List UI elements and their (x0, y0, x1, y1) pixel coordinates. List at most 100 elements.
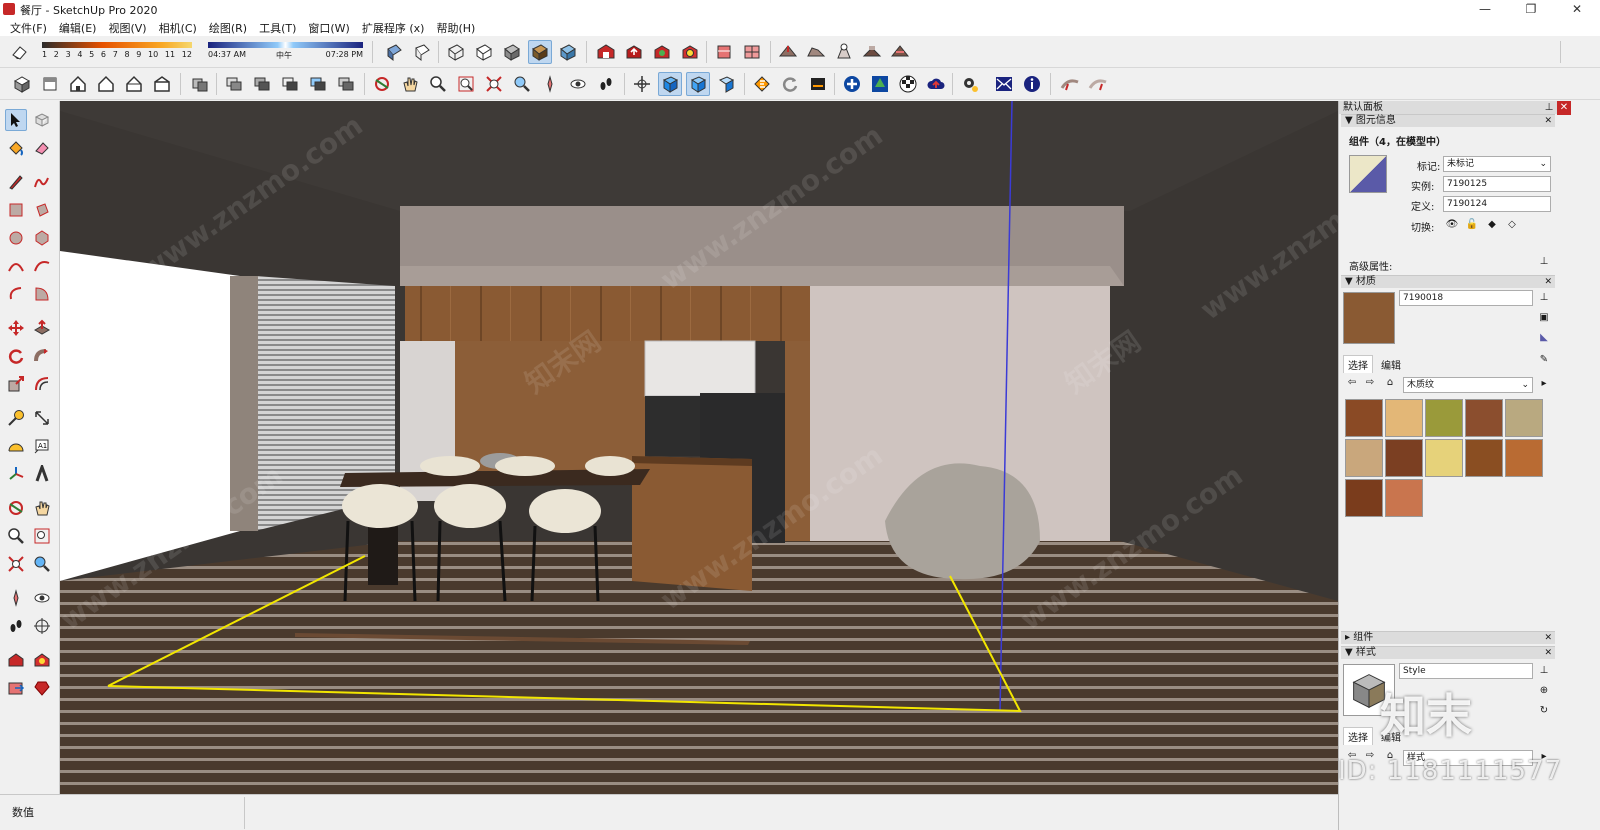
position-camera-tool-icon[interactable] (5, 587, 27, 609)
close-section-icon[interactable]: ✕ (1544, 276, 1552, 288)
dimension-icon[interactable] (31, 407, 53, 429)
shaded-icon[interactable] (500, 40, 524, 64)
add-circle-icon[interactable] (840, 72, 864, 96)
drape-icon[interactable] (888, 40, 912, 64)
forward-arrow-icon[interactable]: ⇨ (1363, 376, 1377, 390)
materials-header[interactable]: ▼ 材质 ✕ (1341, 275, 1555, 288)
extension-warehouse-icon[interactable] (678, 40, 702, 64)
share-component-icon[interactable] (650, 40, 674, 64)
top-view-icon[interactable] (38, 72, 62, 96)
walk-tool-icon[interactable] (5, 615, 27, 637)
rotated-rectangle-icon[interactable] (31, 199, 53, 221)
materials-tab-select[interactable]: 选择 (1343, 355, 1373, 373)
style-name-field[interactable]: Style (1399, 663, 1533, 679)
hidden-line-icon[interactable] (472, 40, 496, 64)
iso-view-icon[interactable] (10, 72, 34, 96)
back-arrow-icon[interactable]: ⇦ (1345, 376, 1359, 390)
scale-icon[interactable] (5, 373, 27, 395)
default-material-icon[interactable]: ◣ (1537, 331, 1551, 345)
tape-measure-icon[interactable] (5, 407, 27, 429)
ruby-console-icon[interactable] (31, 677, 53, 699)
close-tray-icon[interactable]: ✕ (1557, 101, 1571, 115)
material-library-select[interactable]: 木质纹 ⌄ (1403, 377, 1533, 393)
offset-icon[interactable] (31, 373, 53, 395)
axes-icon[interactable] (630, 72, 654, 96)
create-material-icon[interactable]: ▣ (1537, 311, 1551, 325)
lock-icon[interactable]: 🔓 (1465, 218, 1479, 232)
line-pencil-icon[interactable] (5, 171, 27, 193)
zoom-window-tool-icon[interactable] (31, 525, 53, 547)
orbit-icon[interactable] (370, 72, 394, 96)
shadow-month-slider[interactable]: 1 2 3 4 5 6 7 8 9 10 11 12 (42, 39, 192, 65)
material-swatch[interactable] (1425, 399, 1463, 437)
mail-icon[interactable] (992, 72, 1016, 96)
close-button[interactable]: ✕ (1554, 0, 1600, 18)
details-arrow-icon[interactable]: ▸ (1537, 377, 1551, 391)
sample-paint-icon[interactable]: ✎ (1537, 353, 1551, 367)
move-icon[interactable] (5, 317, 27, 339)
tag-select[interactable]: 未标记 ⌄ (1443, 156, 1551, 172)
eye-icon[interactable]: 👁 (1445, 218, 1459, 232)
orbit-tool-icon[interactable] (5, 497, 27, 519)
position-camera-icon[interactable] (538, 72, 562, 96)
back-edges-icon[interactable] (410, 40, 434, 64)
styles-header[interactable]: ▼ 样式 ✕ (1341, 646, 1555, 659)
look-around-icon[interactable] (566, 72, 590, 96)
menu-camera[interactable]: 相机(C) (153, 18, 203, 36)
scene-canvas[interactable] (60, 101, 1338, 794)
layer-stack-icon[interactable] (250, 72, 274, 96)
plugin-curve-b-icon[interactable] (1086, 72, 1110, 96)
refresh-icon[interactable] (778, 72, 802, 96)
layer-set-icon[interactable] (334, 72, 358, 96)
look-around-tool-icon[interactable] (31, 587, 53, 609)
freehand-icon[interactable] (31, 171, 53, 193)
arc-icon[interactable] (5, 255, 27, 277)
tags-icon[interactable] (222, 72, 246, 96)
share-model-icon[interactable] (622, 40, 646, 64)
expand-attributes-icon[interactable]: ⊥ (1537, 255, 1551, 269)
display-secondary-icon[interactable]: ⊥ (1537, 291, 1551, 305)
walk-icon[interactable] (594, 72, 618, 96)
material-swatch[interactable] (1385, 399, 1423, 437)
sandbox-scratch-icon[interactable] (804, 40, 828, 64)
create-style-icon[interactable]: ⊕ (1537, 684, 1551, 698)
material-swatch[interactable] (1385, 439, 1423, 477)
close-section-icon[interactable]: ✕ (1544, 632, 1552, 644)
circle-icon[interactable] (5, 227, 27, 249)
pan-hand-icon[interactable] (398, 72, 422, 96)
xray-face-icon[interactable] (382, 40, 406, 64)
warehouse-tool-icon[interactable] (5, 649, 27, 671)
menu-edit[interactable]: 编辑(E) (53, 18, 103, 36)
extension-manager-icon[interactable] (31, 649, 53, 671)
home-icon[interactable]: ⌂ (1383, 376, 1397, 390)
tree-icon[interactable] (868, 72, 892, 96)
plugin-e-icon[interactable] (750, 72, 774, 96)
eraser-tool-icon[interactable] (31, 137, 53, 159)
axes-tool-icon[interactable] (5, 463, 27, 485)
components-header[interactable]: ▸ 组件 ✕ (1341, 631, 1555, 644)
layer-blue-icon[interactable] (306, 72, 330, 96)
zoom-tool-icon[interactable] (5, 525, 27, 547)
section-plane-tool-icon[interactable] (31, 615, 53, 637)
three-point-arc-icon[interactable] (5, 283, 27, 305)
materials-tab-edit[interactable]: 编辑 (1377, 356, 1405, 373)
wireframe-icon[interactable] (444, 40, 468, 64)
style-builder-icon[interactable] (740, 40, 764, 64)
layer-color-icon[interactable] (278, 72, 302, 96)
material-swatch[interactable] (1465, 439, 1503, 477)
cast-shadow-icon[interactable]: ◆ (1485, 218, 1499, 232)
styles-tab-select[interactable]: 选择 (1343, 727, 1373, 745)
section-plane-icon[interactable] (188, 72, 212, 96)
shaded-textures-icon[interactable] (528, 40, 552, 64)
view-box-icon[interactable] (658, 72, 682, 96)
material-swatch[interactable] (1425, 439, 1463, 477)
restore-button[interactable]: ❐ (1508, 0, 1554, 18)
previous-view-icon[interactable] (510, 72, 534, 96)
menu-file[interactable]: 文件(F) (4, 18, 53, 36)
zoom-extents-tool-icon[interactable] (5, 553, 27, 575)
style-secondary-icon[interactable]: ⊥ (1537, 664, 1551, 678)
material-swatch[interactable] (1345, 399, 1383, 437)
zoom-window-icon[interactable] (454, 72, 478, 96)
back-view-icon[interactable] (122, 72, 146, 96)
protractor-icon[interactable] (5, 435, 27, 457)
